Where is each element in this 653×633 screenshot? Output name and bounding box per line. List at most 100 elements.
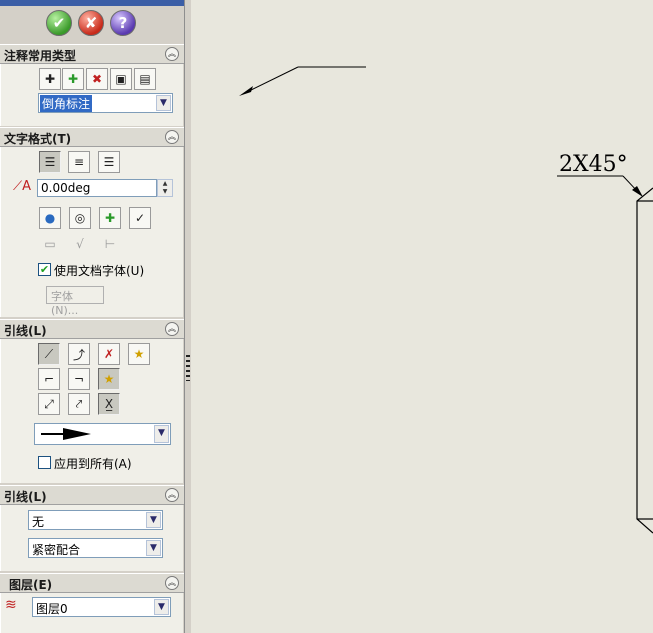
- angle-spinner[interactable]: ▲ ▼: [157, 179, 173, 197]
- chevron-down-icon[interactable]: ▼: [146, 540, 161, 556]
- angle-icon: ⟋A: [13, 179, 31, 194]
- link-to-property-button[interactable]: ●: [39, 207, 61, 229]
- leader-right-button[interactable]: ¬: [68, 368, 90, 390]
- section-leader2-body: 无 ▼ 紧密配合 ▼: [0, 505, 183, 571]
- no-leader-icon: ✗: [103, 347, 115, 361]
- spin-down-icon[interactable]: ▼: [158, 188, 172, 196]
- arrowhead-icon: [239, 86, 253, 96]
- collapse-icon[interactable]: ︽: [165, 576, 179, 590]
- align-center-button[interactable]: ≡: [68, 151, 90, 173]
- drawing-sheet: 2X45°: [239, 66, 653, 534]
- leader-bent-x-icon: ⤤: [75, 396, 83, 411]
- leader-straight-button[interactable]: ⟋: [38, 343, 60, 365]
- section-leader-body: ⟋ ⤴ ✗ ★ ⌐ ¬ ★ ⤢ ⤤ X̲ ▼ 应用到所有(A): [0, 339, 183, 483]
- delete-icon: ✖: [91, 72, 103, 86]
- delete-button[interactable]: ✖: [86, 68, 108, 90]
- section-layer-header[interactable]: 图层(E) ︽: [0, 573, 184, 593]
- align-right-icon: ☰: [103, 155, 115, 169]
- ok-button[interactable]: ✔: [46, 10, 72, 36]
- leader-straight-x-button[interactable]: ⤢: [38, 393, 60, 415]
- section-title: 图层(E): [9, 578, 53, 592]
- align-left-icon: ☰: [44, 155, 56, 169]
- lock-symbol-button[interactable]: ✚: [99, 207, 121, 229]
- auto-leader-button[interactable]: ★: [128, 343, 150, 365]
- chevron-down-icon[interactable]: ▼: [146, 512, 161, 528]
- layer-select[interactable]: 图层0 ▼: [32, 597, 171, 617]
- add-symbol-button[interactable]: ◎: [69, 207, 91, 229]
- annotation-type-select[interactable]: 倒角标注 ▼: [38, 93, 173, 113]
- section-annotation-types-header[interactable]: 注释常用类型 ︽: [0, 44, 184, 64]
- insert-tolerance-button[interactable]: ✓: [129, 207, 151, 229]
- chamfer-dimension-text: 2X45°: [559, 152, 628, 177]
- collapse-icon[interactable]: ︽: [165, 488, 179, 502]
- leader-left-icon: ⌐: [43, 372, 55, 386]
- x-icon: ✘: [84, 14, 98, 32]
- add-icon: ✚: [67, 72, 79, 86]
- load-icon: ▤: [139, 72, 151, 86]
- align-center-icon: ≡: [73, 155, 85, 169]
- no-leader-button[interactable]: ✗: [98, 343, 120, 365]
- leader-style-select[interactable]: 无 ▼: [28, 510, 163, 530]
- section-title: 引线(L): [4, 490, 47, 504]
- align-right-button[interactable]: ☰: [98, 151, 120, 173]
- leader-preview: [239, 66, 366, 96]
- arrow-style-select[interactable]: ▼: [34, 423, 171, 445]
- leader-x-icon: ⤢: [44, 396, 54, 411]
- chevron-down-icon[interactable]: ▼: [154, 425, 169, 443]
- datum-disabled-button: ▭: [39, 233, 61, 255]
- spin-up-icon[interactable]: ▲: [158, 180, 172, 188]
- add-style-button[interactable]: ✚: [39, 68, 61, 90]
- splitter-grip-icon: [186, 355, 190, 381]
- root-icon: √: [76, 237, 84, 251]
- add-button[interactable]: ✚: [62, 68, 84, 90]
- collapse-icon[interactable]: ︽: [165, 322, 179, 336]
- save-icon: ▣: [115, 72, 127, 86]
- ok-cancel-bar: ✔ ✘ ?: [0, 6, 184, 42]
- leader-left-button[interactable]: ⌐: [38, 368, 60, 390]
- symbol-icon: ◎: [74, 211, 86, 225]
- layer-value: 图层0: [36, 602, 68, 616]
- tolerance-icon: ✓: [134, 211, 146, 225]
- leader-bent-button[interactable]: ⤴: [68, 343, 90, 365]
- leader-style-value: 无: [32, 515, 45, 529]
- section-text-format-header[interactable]: 文字格式(T) ︽: [0, 127, 184, 147]
- part-outline: [636, 187, 653, 534]
- angle-input[interactable]: 0.00deg: [37, 179, 157, 197]
- fit-style-select[interactable]: 紧密配合 ▼: [28, 538, 163, 558]
- section-text-format-body: ☰ ≡ ☰ ⟋A 0.00deg ▲ ▼ ● ◎ ✚ ✓ ▭ √ ⊢ ✔ 使用文…: [0, 147, 183, 317]
- apply-all-checkbox[interactable]: [38, 456, 51, 469]
- leader-bent-x-button[interactable]: ⤤: [68, 393, 90, 415]
- cancel-button[interactable]: ✘: [78, 10, 104, 36]
- check-icon: ✔: [52, 14, 66, 32]
- layers-icon: ≋: [5, 597, 17, 613]
- load-button[interactable]: ▤: [134, 68, 156, 90]
- chamfer-annotation[interactable]: 2X45°: [557, 152, 643, 197]
- solid-arrow-icon: [41, 428, 91, 440]
- stack-icon: ⊢: [104, 237, 116, 251]
- leader-nearest-button[interactable]: ★: [98, 368, 120, 390]
- align-left-button[interactable]: ☰: [39, 151, 61, 173]
- section-leader-header[interactable]: 引线(L) ︽: [0, 319, 184, 339]
- save-button[interactable]: ▣: [110, 68, 132, 90]
- leader-right-icon: ¬: [73, 372, 85, 386]
- help-button[interactable]: ?: [110, 10, 136, 36]
- drawing-canvas[interactable]: 2X45°: [191, 0, 653, 633]
- datum-icon: ▭: [44, 237, 56, 251]
- leader-straight-icon: ⟋: [44, 346, 54, 361]
- star-icon: ★: [103, 372, 115, 386]
- use-doc-font-checkbox[interactable]: ✔: [38, 263, 51, 276]
- leader-bent-icon: ⤴: [72, 347, 85, 362]
- chevron-down-icon[interactable]: ▼: [154, 599, 169, 615]
- collapse-icon[interactable]: ︽: [165, 47, 179, 61]
- collapse-icon[interactable]: ︽: [165, 130, 179, 144]
- leader-underline-x-button[interactable]: X̲: [98, 393, 120, 415]
- section-title: 引线(L): [4, 324, 47, 338]
- chevron-down-icon[interactable]: ▼: [156, 95, 171, 111]
- add-symbol-icon: ✚: [104, 211, 116, 225]
- section-leader2-header[interactable]: 引线(L) ︽: [0, 485, 184, 505]
- section-title: 文字格式(T): [4, 132, 72, 146]
- section-layer-body: ≋ 图层0 ▼: [0, 593, 183, 633]
- annotation-type-value: 倒角标注: [40, 95, 93, 112]
- section-annotation-types-body: ✚ ✚ ✖ ▣ ▤ 倒角标注 ▼: [0, 64, 183, 126]
- property-manager-panel: ✔ ✘ ? 注释常用类型 ︽ ✚ ✚ ✖ ▣ ▤ 倒角标注 ▼ 文字格式(T) …: [0, 0, 185, 633]
